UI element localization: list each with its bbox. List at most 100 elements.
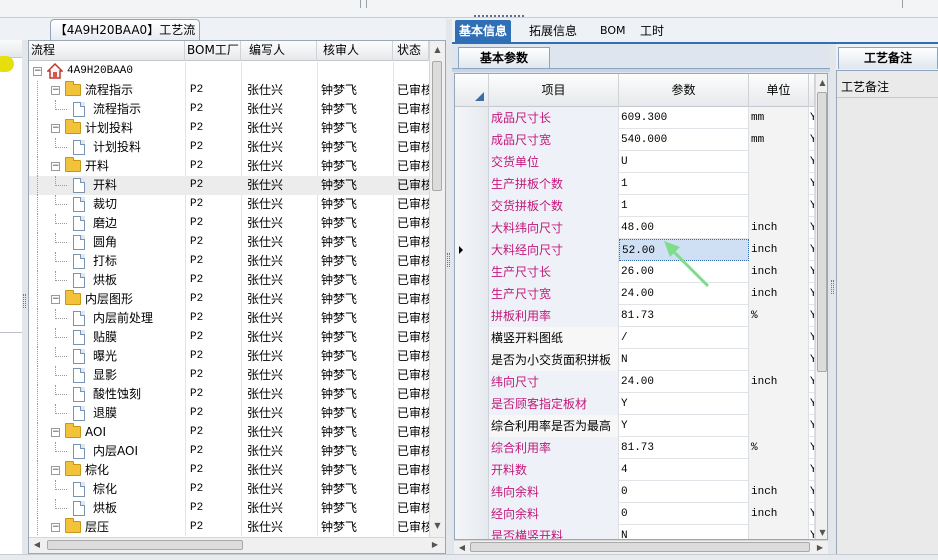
row-indicator[interactable] bbox=[455, 415, 489, 437]
params-vertical-scrollbar[interactable]: ▲ ▼ bbox=[815, 74, 827, 539]
params-col-header-value[interactable]: 参数 bbox=[619, 74, 749, 107]
tree-group-row[interactable]: − 流程指示 P2 张仕兴 钟梦飞 已审核 bbox=[29, 81, 429, 100]
tree-col-header-flow[interactable]: 流程 bbox=[29, 41, 185, 61]
tree-row[interactable]: 显影 P2 张仕兴 钟梦飞 已审核 bbox=[29, 366, 429, 385]
tree-horizontal-scrollbar[interactable]: ◀ ▶ bbox=[29, 537, 445, 553]
scroll-left-arrow-icon[interactable]: ◀ bbox=[456, 541, 468, 555]
tree-group-row[interactable]: − 内层图形 P2 张仕兴 钟梦飞 已审核 bbox=[29, 290, 429, 309]
params-row[interactable]: 大料纬向尺寸48.00inchY bbox=[455, 217, 815, 239]
collapse-toggle-icon[interactable]: − bbox=[51, 86, 60, 95]
param-value[interactable]: / bbox=[619, 327, 749, 349]
param-value[interactable]: 48.00 bbox=[619, 217, 749, 239]
param-unit[interactable]: mm bbox=[749, 107, 809, 129]
param-value[interactable]: 52.00 bbox=[619, 239, 749, 261]
params-corner-cell[interactable] bbox=[455, 74, 489, 107]
scroll-right-arrow-icon[interactable]: ▶ bbox=[429, 538, 441, 552]
param-unit[interactable]: mm bbox=[749, 129, 809, 151]
row-indicator[interactable] bbox=[455, 393, 489, 415]
tree-row[interactable]: 棕化 P2 张仕兴 钟梦飞 已审核 bbox=[29, 480, 429, 499]
params-grid[interactable]: 项目 参数 单位 ▲ ▼ 成品尺寸长609.300mmY成品尺寸宽540.000… bbox=[454, 73, 828, 540]
process-tree-grid[interactable]: 流程 BOM工厂 编写人 核审人 状态 −4A9H20BAA0− 流程指示 P2 张仕… bbox=[28, 40, 446, 554]
tree-scroll-thumb[interactable] bbox=[432, 61, 442, 191]
row-indicator[interactable] bbox=[455, 349, 489, 371]
param-value[interactable]: N bbox=[619, 525, 749, 539]
params-col-header-item[interactable]: 项目 bbox=[489, 74, 619, 107]
param-unit[interactable] bbox=[749, 173, 809, 195]
param-value[interactable]: 540.000 bbox=[619, 129, 749, 151]
tab-extended-info[interactable]: 拓展信息 bbox=[525, 20, 581, 42]
param-value[interactable]: 24.00 bbox=[619, 371, 749, 393]
params-row[interactable]: 是否为小交货面积拼板N Y bbox=[455, 349, 815, 371]
tab-basic-params[interactable]: 基本参数 bbox=[458, 47, 550, 69]
tree-row[interactable]: 流程指示 P2 张仕兴 钟梦飞 已审核 bbox=[29, 100, 429, 119]
param-value[interactable]: Y bbox=[619, 393, 749, 415]
param-value[interactable]: 1 bbox=[619, 195, 749, 217]
tree-row[interactable]: 曝光 P2 张仕兴 钟梦飞 已审核 bbox=[29, 347, 429, 366]
tree-row[interactable]: 磨边 P2 张仕兴 钟梦飞 已审核 bbox=[29, 214, 429, 233]
param-value[interactable]: 1 bbox=[619, 173, 749, 195]
params-row[interactable]: 综合利用率81.73%Y bbox=[455, 437, 815, 459]
params-row[interactable]: 交货拼板个数1 Y bbox=[455, 195, 815, 217]
param-unit[interactable]: inch bbox=[749, 481, 809, 503]
collapse-toggle-icon[interactable]: − bbox=[51, 162, 60, 171]
param-unit[interactable]: inch bbox=[749, 239, 809, 261]
param-value[interactable]: 0 bbox=[619, 503, 749, 525]
tree-row[interactable]: 圆角 P2 张仕兴 钟梦飞 已审核 bbox=[29, 233, 429, 252]
scroll-down-arrow-icon[interactable]: ▼ bbox=[430, 519, 445, 533]
row-indicator[interactable] bbox=[455, 261, 489, 283]
params-row[interactable]: 生产拼板个数1 Y bbox=[455, 173, 815, 195]
param-unit[interactable]: inch bbox=[749, 217, 809, 239]
splitter-grip-icon[interactable] bbox=[23, 294, 26, 308]
scroll-down-arrow-icon[interactable]: ▼ bbox=[816, 526, 827, 539]
tree-group-row[interactable]: − 开料 P2 张仕兴 钟梦飞 已审核 bbox=[29, 157, 429, 176]
param-unit[interactable]: % bbox=[749, 305, 809, 327]
params-scroll-thumb[interactable] bbox=[817, 92, 827, 372]
tree-group-row[interactable]: − AOI P2 张仕兴 钟梦飞 已审核 bbox=[29, 423, 429, 442]
param-value[interactable]: 81.73 bbox=[619, 305, 749, 327]
row-indicator[interactable] bbox=[455, 481, 489, 503]
tree-row[interactable]: 酸性蚀刻 P2 张仕兴 钟梦飞 已审核 bbox=[29, 385, 429, 404]
row-indicator[interactable] bbox=[455, 371, 489, 393]
tree-col-header-writer[interactable]: 编写人 bbox=[241, 41, 317, 61]
splitter-grip-icon[interactable] bbox=[831, 280, 834, 294]
param-unit[interactable] bbox=[749, 415, 809, 437]
params-row[interactable]: 是否顾客指定板材YY bbox=[455, 393, 815, 415]
params-row[interactable]: 是否横竖开料N Y bbox=[455, 525, 815, 539]
params-row[interactable]: 生产尺寸宽24.00inchY bbox=[455, 283, 815, 305]
row-indicator[interactable] bbox=[455, 217, 489, 239]
tree-row[interactable]: 计划投料 P2 张仕兴 钟梦飞 已审核 bbox=[29, 138, 429, 157]
params-row[interactable]: 成品尺寸宽540.000mmY bbox=[455, 129, 815, 151]
param-unit[interactable]: inch bbox=[749, 283, 809, 305]
param-value[interactable]: 24.00 bbox=[619, 283, 749, 305]
tree-row[interactable]: 烘板 P2 张仕兴 钟梦飞 已审核 bbox=[29, 499, 429, 518]
tree-col-header-status[interactable]: 状态 bbox=[393, 41, 429, 61]
params-row[interactable]: 交货单位U Y bbox=[455, 151, 815, 173]
params-hscroll-thumb[interactable] bbox=[470, 542, 810, 552]
param-unit[interactable]: inch bbox=[749, 371, 809, 393]
row-indicator[interactable] bbox=[455, 195, 489, 217]
collapse-toggle-icon[interactable]: − bbox=[33, 67, 42, 76]
tree-row[interactable]: 开料 P2 张仕兴 钟梦飞 已审核 bbox=[29, 176, 429, 195]
tree-group-row[interactable]: − 层压 P2 张仕兴 钟梦飞 已审核 bbox=[29, 518, 429, 536]
tree-row[interactable]: 贴膜 P2 张仕兴 钟梦飞 已审核 bbox=[29, 328, 429, 347]
scroll-right-arrow-icon[interactable]: ▶ bbox=[814, 541, 826, 555]
param-value[interactable]: Y bbox=[619, 415, 749, 437]
param-unit[interactable]: inch bbox=[749, 261, 809, 283]
row-indicator[interactable] bbox=[455, 305, 489, 327]
collapse-toggle-icon[interactable]: − bbox=[51, 428, 60, 437]
params-row[interactable]: 经向余料0inchY bbox=[455, 503, 815, 525]
params-col-header-unit[interactable]: 单位 bbox=[749, 74, 809, 107]
row-indicator[interactable] bbox=[455, 503, 489, 525]
param-value[interactable]: 81.73 bbox=[619, 437, 749, 459]
params-horizontal-scrollbar[interactable]: ◀ ▶ bbox=[454, 540, 828, 554]
tree-row[interactable]: 裁切 P2 张仕兴 钟梦飞 已审核 bbox=[29, 195, 429, 214]
row-indicator[interactable] bbox=[455, 327, 489, 349]
param-unit[interactable] bbox=[749, 525, 809, 539]
row-indicator[interactable] bbox=[455, 151, 489, 173]
tab-process-notes[interactable]: 工艺备注 bbox=[838, 47, 938, 69]
params-row[interactable]: 综合利用率是否为最高YY bbox=[455, 415, 815, 437]
tree-vertical-scrollbar[interactable]: ▲ ▼ bbox=[429, 41, 445, 537]
tree-col-header-bom[interactable]: BOM工厂 bbox=[185, 41, 241, 61]
row-indicator[interactable] bbox=[455, 129, 489, 151]
params-row[interactable]: 开料数4 Y bbox=[455, 459, 815, 481]
